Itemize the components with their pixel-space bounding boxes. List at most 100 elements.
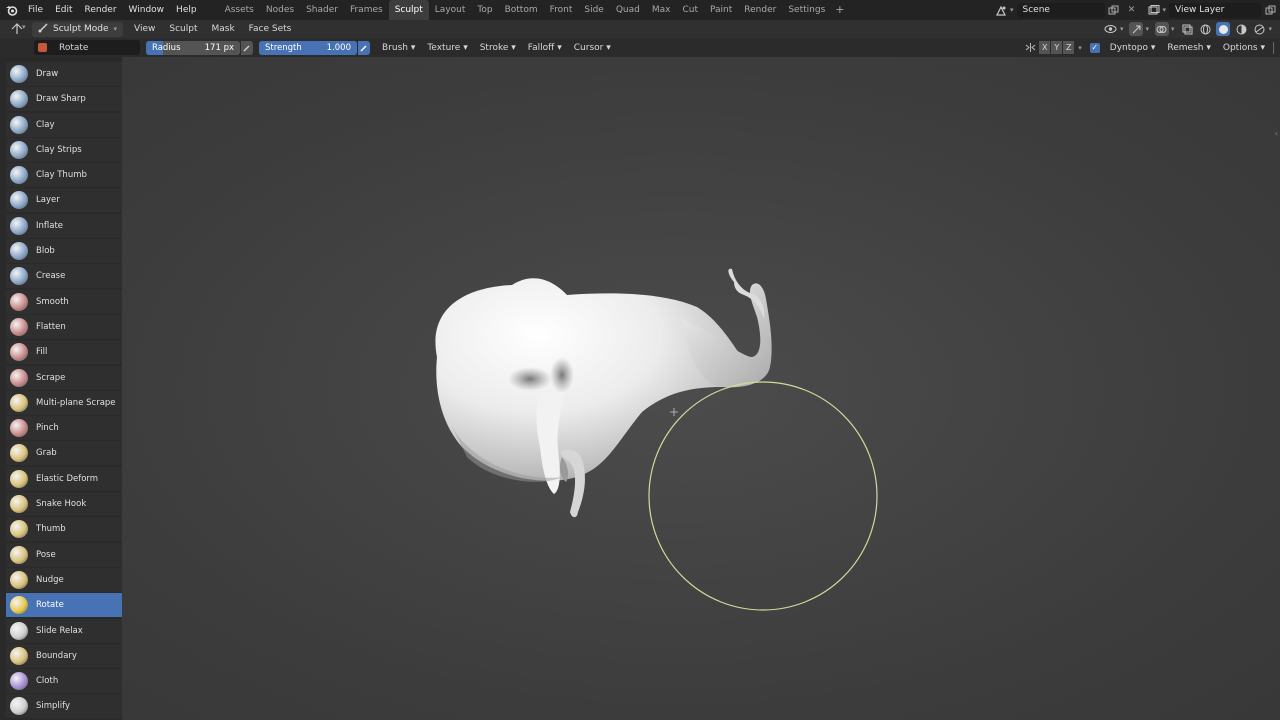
menu-file[interactable]: File <box>22 0 49 20</box>
dyntopo-checkbox[interactable]: ✓ <box>1089 42 1100 53</box>
tool-pinch[interactable]: Pinch <box>6 416 122 441</box>
cursor-dropdown[interactable]: Cursor ▾ <box>568 43 617 53</box>
strength-pressure-icon[interactable] <box>358 40 370 55</box>
tab-paint[interactable]: Paint <box>704 0 738 20</box>
tab-frames[interactable]: Frames <box>344 0 389 20</box>
tool-label: Inflate <box>36 220 64 231</box>
symmetry-icon[interactable] <box>1023 41 1037 55</box>
copy-view-layer-icon[interactable] <box>1263 3 1277 17</box>
tool-nudge[interactable]: Nudge <box>6 567 122 592</box>
copy-scene-icon[interactable] <box>1107 3 1121 17</box>
dyntopo-dropdown[interactable]: Dyntopo ▾ <box>1104 43 1162 53</box>
tab-side[interactable]: Side <box>578 0 609 20</box>
scene-field[interactable]: Scene <box>1016 2 1105 18</box>
tool-scrape[interactable]: Scrape <box>6 365 122 390</box>
radius-pressure-icon[interactable] <box>241 40 253 55</box>
tool-clay-thumb[interactable]: Clay Thumb <box>6 163 122 188</box>
symmetry-axis-z[interactable]: Z <box>1063 41 1075 54</box>
brush-selector[interactable]: Rotate <box>34 40 140 55</box>
view-layer-icon[interactable] <box>1147 3 1161 17</box>
remesh-dropdown[interactable]: Remesh ▾ <box>1161 43 1216 53</box>
tab-assets[interactable]: Assets <box>219 0 260 20</box>
symmetry-axis-y[interactable]: Y <box>1051 41 1063 54</box>
menu-edit[interactable]: Edit <box>49 0 78 20</box>
tool-inflate[interactable]: Inflate <box>6 213 122 238</box>
tool-fill[interactable]: Fill <box>6 340 122 365</box>
close-scene-icon[interactable]: ✕ <box>1125 3 1139 17</box>
tab-front[interactable]: Front <box>544 0 579 20</box>
tab-settings[interactable]: Settings <box>782 0 831 20</box>
menu-window[interactable]: Window <box>123 0 171 20</box>
header-menu-view[interactable]: View <box>127 24 162 34</box>
visibility-icon[interactable] <box>1104 22 1118 36</box>
tool-slide-relax[interactable]: Slide Relax <box>6 618 122 643</box>
falloff-dropdown[interactable]: Falloff ▾ <box>522 43 568 53</box>
clay-brush-icon <box>10 115 28 134</box>
tool-grab[interactable]: Grab <box>6 441 122 466</box>
tool-layer[interactable]: Layer <box>6 188 122 213</box>
tool-cloth[interactable]: Cloth <box>6 669 122 694</box>
view-layer-field[interactable]: View Layer <box>1169 2 1262 18</box>
tab-max[interactable]: Max <box>646 0 677 20</box>
tab-nodes[interactable]: Nodes <box>260 0 300 20</box>
tab-top[interactable]: Top <box>471 0 498 20</box>
tool-simplify[interactable]: Simplify <box>6 694 122 719</box>
mode-label: Sculpt Mode <box>53 24 109 34</box>
tool-label: Cloth <box>36 676 59 687</box>
tool-crease[interactable]: Crease <box>6 264 122 289</box>
tool-rotate[interactable]: Rotate <box>6 593 122 618</box>
brush-dropdown[interactable]: Brush ▾ <box>376 43 421 53</box>
tool-thumb[interactable]: Thumb <box>6 517 122 542</box>
wireframe-shading-icon[interactable] <box>1198 22 1212 36</box>
blender-window: File Edit Render Window Help Assets Nodes Shad… <box>0 0 1280 720</box>
gizmo-icon[interactable] <box>1129 22 1144 36</box>
brush-mode-icon <box>38 22 48 36</box>
blender-logo-icon[interactable] <box>0 0 22 20</box>
multi-plane-scrape-brush-icon <box>10 393 28 412</box>
mode-selector[interactable]: Sculpt Mode ▾ <box>32 21 124 37</box>
tab-bottom[interactable]: Bottom <box>499 0 544 20</box>
tab-shader[interactable]: Shader <box>300 0 344 20</box>
tool-blob[interactable]: Blob <box>6 239 122 264</box>
tool-label: Elastic Deform <box>36 473 99 484</box>
header-menu-mask[interactable]: Mask <box>204 24 241 34</box>
symmetry-axis-x[interactable]: X <box>1039 41 1051 54</box>
menu-help[interactable]: Help <box>170 0 203 20</box>
tab-layout[interactable]: Layout <box>429 0 472 20</box>
radius-slider[interactable]: Radius 171 px <box>146 40 240 55</box>
viewport-header: ▾ Sculpt Mode ▾ View Sculpt Mask Face Sets … <box>0 20 1280 38</box>
xray-icon[interactable] <box>1180 22 1194 36</box>
header-menu-sculpt[interactable]: Sculpt <box>162 24 204 34</box>
tool-draw[interactable]: Draw <box>6 62 122 86</box>
tool-clay[interactable]: Clay <box>6 112 122 137</box>
tool-boundary[interactable]: Boundary <box>6 643 122 668</box>
material-shading-icon[interactable] <box>1234 22 1248 36</box>
rotate-brush-icon <box>10 596 28 615</box>
menu-render[interactable]: Render <box>79 0 123 20</box>
tool-draw-sharp[interactable]: Draw Sharp <box>6 87 122 112</box>
texture-dropdown[interactable]: Texture ▾ <box>421 43 473 53</box>
strength-slider[interactable]: Strength 1.000 <box>259 40 357 55</box>
tool-snake-hook[interactable]: Snake Hook <box>6 492 122 517</box>
tool-flatten[interactable]: Flatten <box>6 314 122 339</box>
tool-clay-strips[interactable]: Clay Strips <box>6 137 122 162</box>
tool-elastic-deform[interactable]: Elastic Deform <box>6 466 122 491</box>
solid-shading-icon[interactable] <box>1216 22 1231 36</box>
tab-sculpt[interactable]: Sculpt <box>388 0 429 20</box>
tool-smooth[interactable]: Smooth <box>6 289 122 314</box>
overlays-icon[interactable] <box>1154 22 1169 36</box>
tool-label: Flatten <box>36 321 66 332</box>
rendered-shading-icon[interactable] <box>1252 22 1266 36</box>
3d-viewport[interactable]: ‹ <box>122 57 1280 720</box>
tool-multi-plane-scrape[interactable]: Multi-plane Scrape <box>6 390 122 415</box>
tab-quad[interactable]: Quad <box>610 0 646 20</box>
tool-pose[interactable]: Pose <box>6 542 122 567</box>
options-dropdown[interactable]: Options ▾ <box>1217 43 1271 53</box>
sidebar-toggle-icon[interactable]: ‹ <box>1275 129 1278 138</box>
header-menu-face-sets[interactable]: Face Sets <box>242 24 299 34</box>
stroke-dropdown[interactable]: Stroke ▾ <box>474 43 522 53</box>
scene-icon[interactable] <box>994 3 1008 17</box>
add-workspace-button[interactable]: + <box>831 0 848 20</box>
tab-cut[interactable]: Cut <box>676 0 704 20</box>
tab-render[interactable]: Render <box>738 0 782 20</box>
